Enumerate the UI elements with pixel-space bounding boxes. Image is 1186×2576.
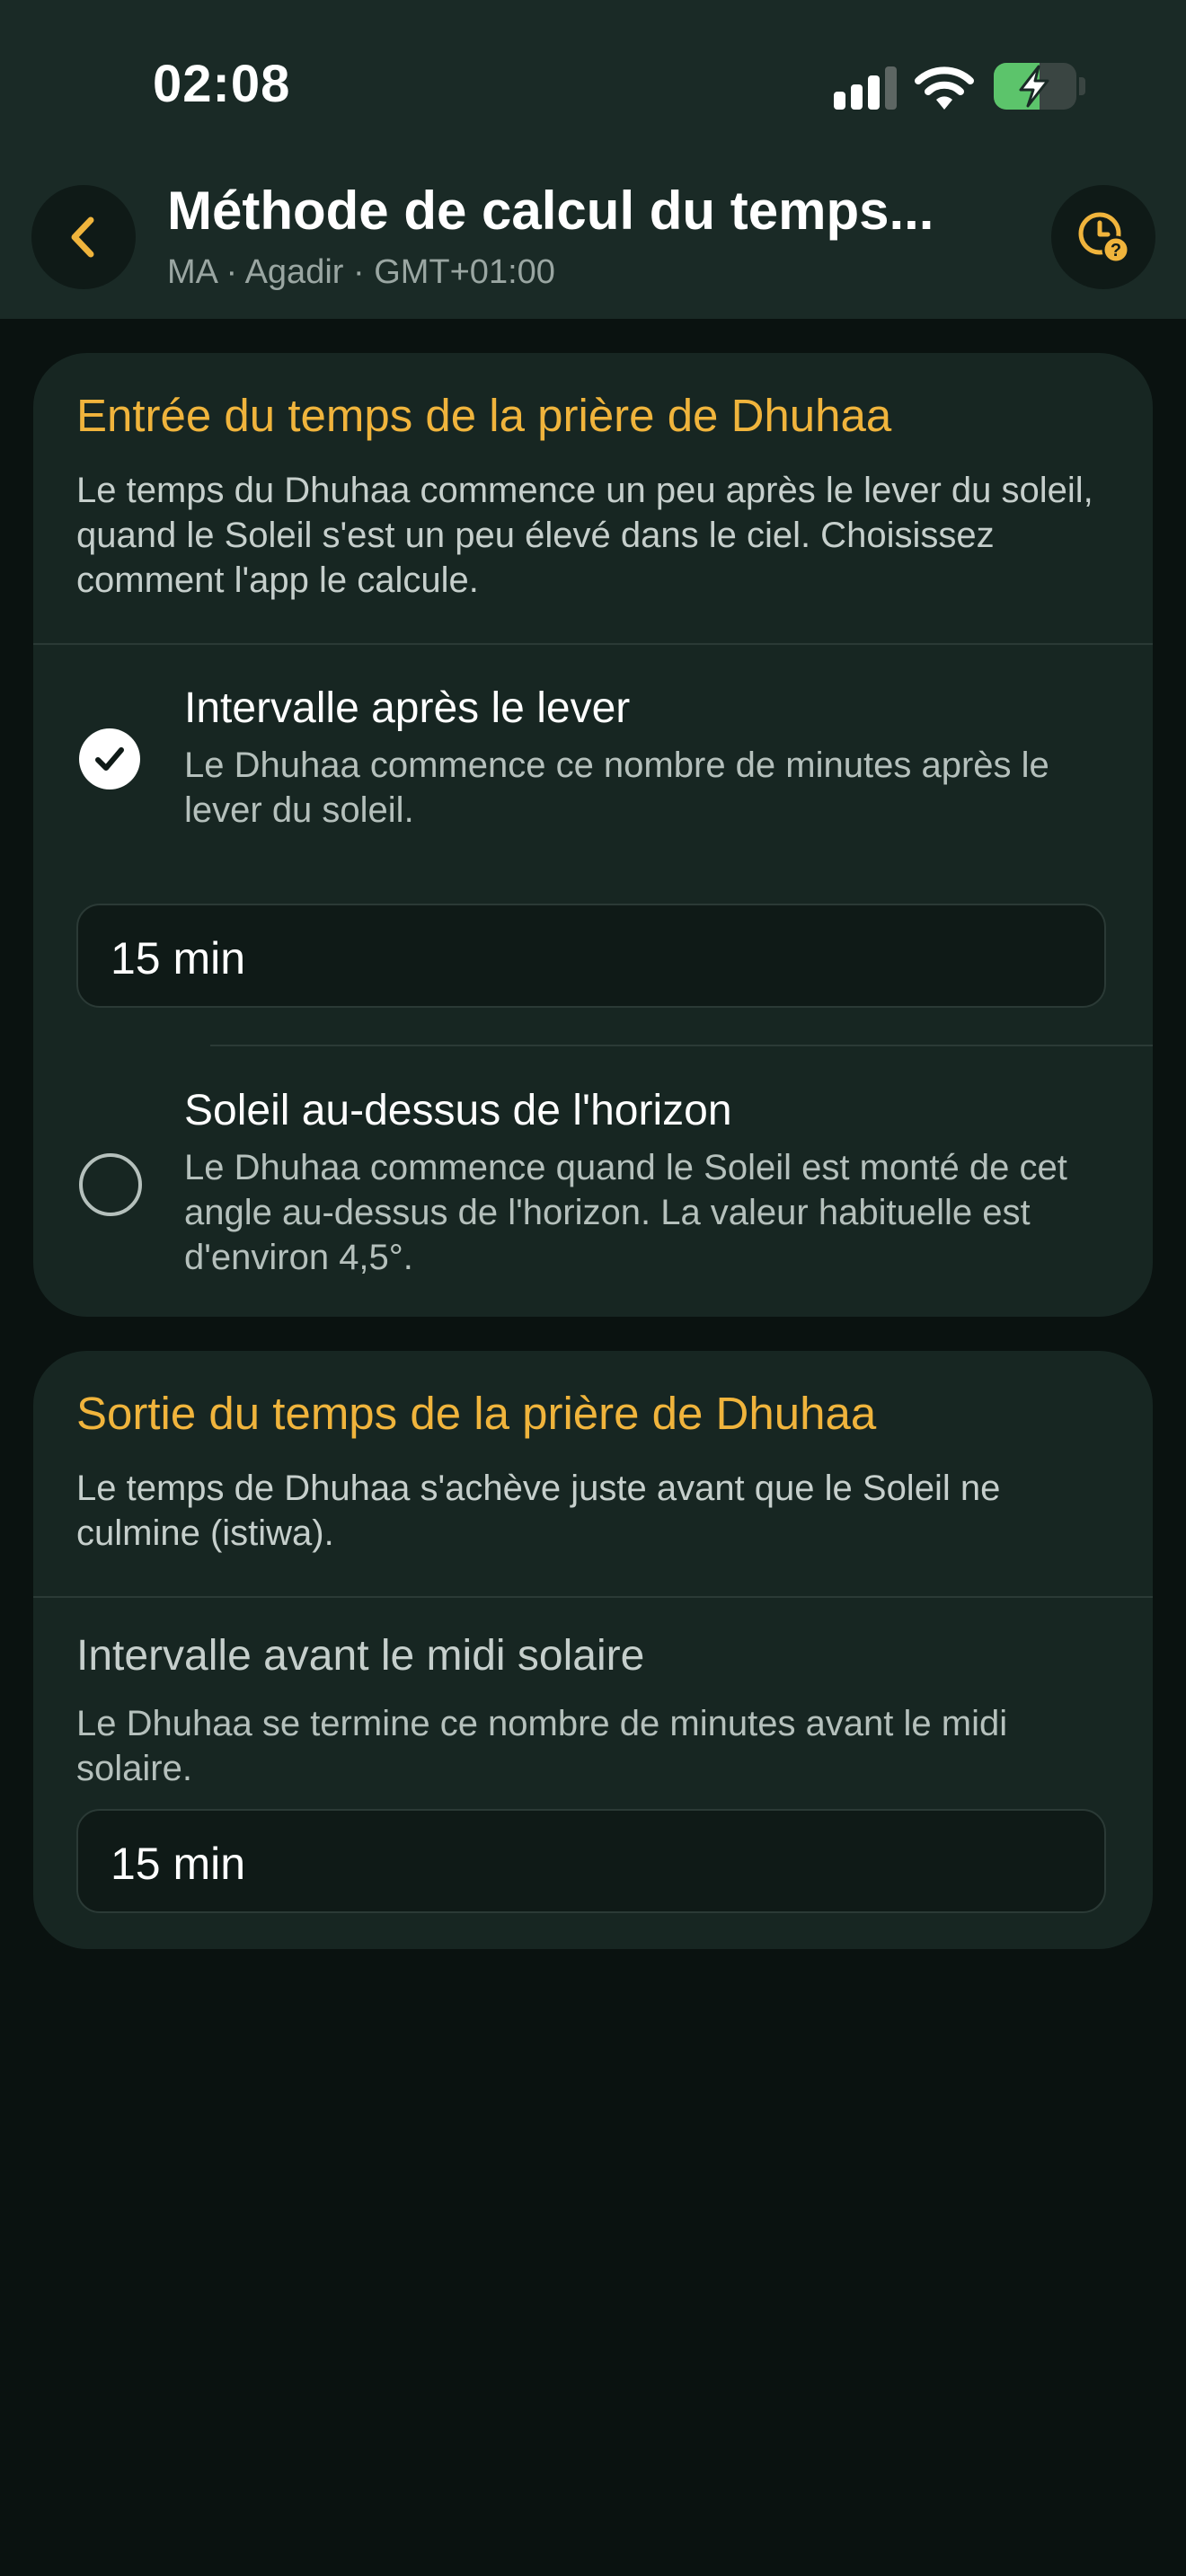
radio-unselected[interactable] (79, 1153, 142, 1216)
field-value: 15 min (111, 933, 246, 984)
clock-question-icon: ? (1078, 212, 1130, 264)
entry-card-title: Entrée du temps de la prière de Dhuhaa (76, 390, 892, 441)
page-title: Méthode de calcul du temps... (167, 181, 934, 241)
radio-selected[interactable] (79, 728, 140, 790)
exit-card-title: Sortie du temps de la prière de Dhuhaa (76, 1388, 877, 1439)
page-subtitle: MA · Agadir · GMT+01:00 (167, 253, 555, 291)
field-value: 15 min (111, 1839, 246, 1889)
divider (33, 1596, 1153, 1598)
chevron-left-icon (71, 216, 94, 258)
cellular-signal-icon (834, 66, 897, 110)
setting-title: Intervalle avant le midi solaire (76, 1632, 645, 1680)
divider (210, 1045, 1153, 1046)
battery-tip (1079, 77, 1085, 95)
option-description: Le Dhuhaa commence quand le Soleil est m… (184, 1148, 1067, 1277)
wifi-icon (915, 66, 974, 110)
status-time: 02:08 (153, 55, 291, 113)
exit-card-description: Le temps de Dhuhaa s'achève juste avant … (76, 1469, 1001, 1553)
setting-description: Le Dhuhaa se termine ce nombre de minute… (76, 1704, 1008, 1788)
prayer-time-info-button[interactable]: ? (1051, 185, 1155, 289)
option-title: Intervalle après le lever (184, 684, 631, 732)
minutes-after-sunrise-field[interactable]: 15 min (76, 904, 1106, 1008)
checkmark-icon (95, 747, 124, 771)
back-button[interactable] (31, 185, 136, 289)
option-description: Le Dhuhaa commence ce nombre de minutes … (184, 745, 1049, 830)
battery-icon (994, 63, 1076, 110)
option-title: Soleil au-dessus de l'horizon (184, 1087, 732, 1134)
dhuhaa-exit-card: Sortie du temps de la prière de Dhuhaa L… (33, 1351, 1153, 1949)
dhuhaa-entry-card: Entrée du temps de la prière de Dhuhaa L… (33, 353, 1153, 1317)
minutes-before-solar-noon-field[interactable]: 15 min (76, 1809, 1106, 1913)
svg-text:?: ? (1111, 241, 1121, 260)
divider (33, 643, 1153, 645)
entry-card-description: Le temps du Dhuhaa commence un peu après… (76, 471, 1093, 600)
